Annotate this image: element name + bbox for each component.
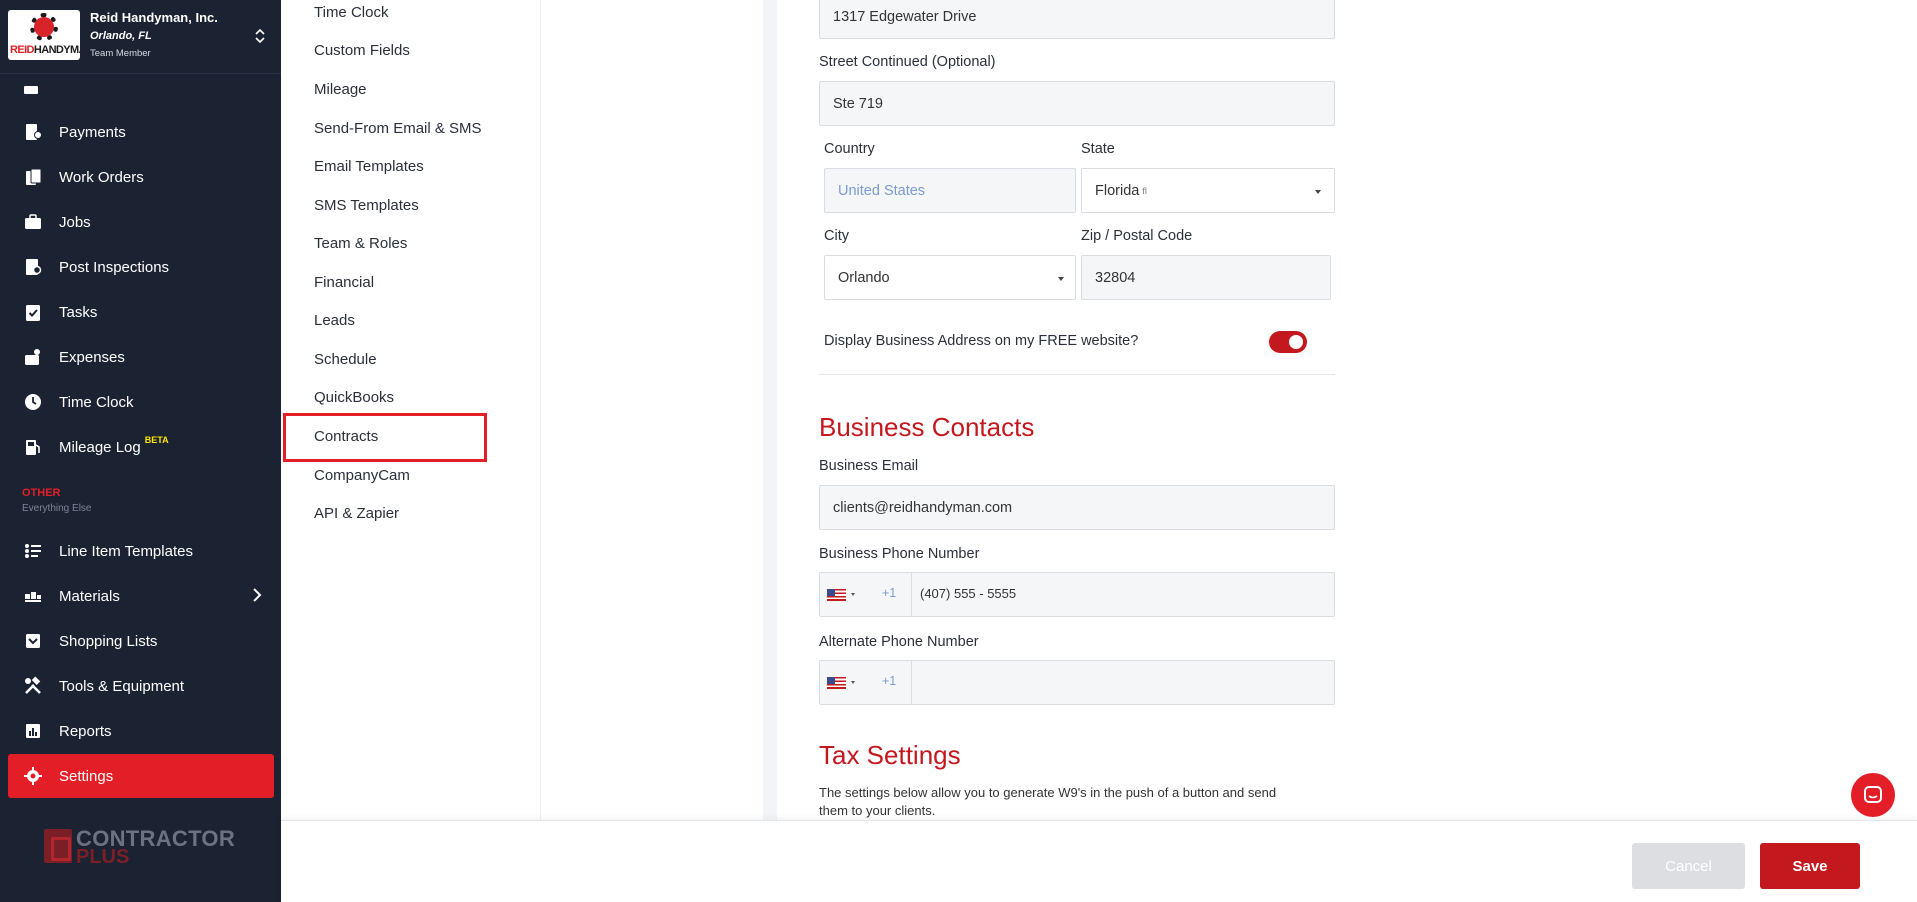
content-gutter bbox=[541, 0, 777, 820]
nav-work-orders[interactable]: Work Orders bbox=[8, 155, 274, 199]
business-phone-input[interactable]: (407) 555 - 5555 bbox=[920, 586, 1016, 601]
submenu-api-zapier[interactable]: API & Zapier bbox=[314, 505, 399, 522]
nav-tasks[interactable]: Tasks bbox=[8, 290, 274, 334]
tax-settings-description: The settings below allow you to generate… bbox=[819, 785, 1277, 818]
chevron-up-down-icon[interactable] bbox=[252, 26, 268, 46]
main-sidebar: REIDHANDYMAN Reid Handyman, Inc. Orlando… bbox=[0, 0, 281, 902]
submenu-time-clock[interactable]: Time Clock bbox=[314, 4, 388, 21]
nav-time-clock[interactable]: Time Clock bbox=[8, 380, 274, 424]
country-input[interactable]: United States bbox=[824, 168, 1076, 213]
us-flag-icon bbox=[827, 589, 846, 601]
company-name: Reid Handyman, Inc. bbox=[90, 10, 218, 25]
zip-label: Zip / Postal Code bbox=[1081, 228, 1193, 244]
expenses-icon bbox=[22, 346, 44, 368]
business-phone-field: +1 (407) 555 - 5555 bbox=[819, 572, 1335, 617]
business-email-input[interactable]: clients@reidhandyman.com bbox=[819, 485, 1335, 530]
company-logo: REIDHANDYMAN bbox=[8, 10, 80, 60]
company-switcher[interactable]: REIDHANDYMAN Reid Handyman, Inc. Orlando… bbox=[0, 0, 281, 74]
clock-icon bbox=[22, 391, 44, 413]
alt-phone-field: +1 bbox=[819, 660, 1335, 705]
display-address-label: Display Business Address on my FREE webs… bbox=[824, 333, 1139, 349]
dropdown-arrow-icon bbox=[1315, 190, 1321, 194]
contractor-plus-logo: CONTRACTOR PLUS bbox=[44, 826, 244, 868]
nav-mileage-log[interactable]: Mileage Log BETA bbox=[8, 425, 274, 469]
tools-icon bbox=[22, 675, 44, 697]
city-select[interactable]: Orlando bbox=[824, 255, 1076, 300]
street-input[interactable]: 1317 Edgewater Drive bbox=[819, 0, 1335, 39]
business-contacts-title: Business Contacts bbox=[819, 412, 1035, 442]
nav-materials[interactable]: Materials bbox=[8, 574, 274, 618]
dropdown-arrow-icon bbox=[851, 681, 855, 684]
street2-label: Street Continued (Optional) bbox=[819, 54, 996, 70]
country-code-select[interactable]: +1 bbox=[820, 661, 912, 704]
materials-icon bbox=[22, 585, 44, 607]
company-location: Orlando, FL bbox=[90, 30, 152, 42]
nav-reports[interactable]: Reports bbox=[8, 709, 274, 753]
submenu-companycam[interactable]: CompanyCam bbox=[314, 467, 410, 484]
contracts-highlight-box bbox=[283, 413, 487, 462]
submenu-send-from[interactable]: Send-From Email & SMS bbox=[314, 120, 482, 137]
briefcase-icon bbox=[22, 211, 44, 233]
section-subtitle-other: Everything Else bbox=[22, 503, 92, 514]
work-orders-icon bbox=[22, 166, 44, 188]
nav-jobs[interactable]: Jobs bbox=[8, 200, 274, 244]
chevron-right-icon bbox=[252, 587, 262, 607]
submenu-email-templates[interactable]: Email Templates bbox=[314, 158, 424, 175]
nav-post-inspections[interactable]: Post Inspections bbox=[8, 245, 274, 289]
submenu-leads[interactable]: Leads bbox=[314, 312, 355, 329]
settings-submenu: Time Clock Custom Fields Mileage Send-Fr… bbox=[281, 0, 541, 820]
partial-nav-icon bbox=[24, 86, 38, 94]
us-flag-icon bbox=[827, 677, 846, 689]
fuel-icon bbox=[22, 436, 44, 458]
brand-mark-icon bbox=[44, 829, 72, 863]
country-label: Country bbox=[824, 141, 875, 157]
state-label: State bbox=[1081, 141, 1115, 157]
dropdown-arrow-icon bbox=[1058, 277, 1064, 281]
cancel-button[interactable]: Cancel bbox=[1632, 843, 1745, 889]
nav-shopping-lists[interactable]: Shopping Lists bbox=[8, 619, 274, 663]
beta-badge: BETA bbox=[144, 435, 169, 445]
submenu-quickbooks[interactable]: QuickBooks bbox=[314, 389, 394, 406]
nav-tools-equipment[interactable]: Tools & Equipment bbox=[8, 664, 274, 708]
street2-input[interactable]: Ste 719 bbox=[819, 81, 1335, 126]
state-select[interactable]: Florida fl bbox=[1081, 168, 1335, 213]
display-address-toggle[interactable] bbox=[1269, 331, 1307, 353]
business-phone-label: Business Phone Number bbox=[819, 546, 980, 562]
chat-icon bbox=[1864, 786, 1882, 803]
business-email-label: Business Email bbox=[819, 458, 919, 474]
nav-line-item-templates[interactable]: Line Item Templates bbox=[8, 529, 274, 573]
submenu-financial[interactable]: Financial bbox=[314, 274, 374, 291]
user-role: Team Member bbox=[90, 48, 151, 59]
gear-icon bbox=[22, 765, 44, 787]
submenu-team-roles[interactable]: Team & Roles bbox=[314, 235, 407, 252]
payments-icon bbox=[22, 121, 44, 143]
inspection-icon bbox=[22, 256, 44, 278]
nav-settings[interactable]: Settings bbox=[8, 754, 274, 798]
country-code-select[interactable]: +1 bbox=[820, 573, 912, 616]
nav-payments[interactable]: Payments bbox=[8, 110, 274, 154]
submenu-mileage[interactable]: Mileage bbox=[314, 81, 367, 98]
submenu-schedule[interactable]: Schedule bbox=[314, 351, 377, 368]
tax-settings-title: Tax Settings bbox=[819, 740, 961, 770]
chart-icon bbox=[22, 720, 44, 742]
save-button[interactable]: Save bbox=[1760, 843, 1860, 889]
dropdown-arrow-icon bbox=[851, 593, 855, 596]
city-label: City bbox=[824, 228, 849, 244]
submenu-custom-fields[interactable]: Custom Fields bbox=[314, 42, 410, 59]
list-icon bbox=[22, 540, 44, 562]
nav-expenses[interactable]: Expenses bbox=[8, 335, 274, 379]
zip-input[interactable]: 32804 bbox=[1081, 255, 1331, 300]
clipboard-check-icon bbox=[22, 301, 44, 323]
alt-phone-label: Alternate Phone Number bbox=[819, 634, 979, 650]
section-title-other: OTHER bbox=[22, 487, 61, 499]
cart-icon bbox=[22, 630, 44, 652]
chat-launcher-button[interactable] bbox=[1851, 773, 1895, 817]
submenu-sms-templates[interactable]: SMS Templates bbox=[314, 197, 419, 214]
business-profile-form: 1317 Edgewater Drive Street Continued (O… bbox=[777, 0, 1337, 820]
